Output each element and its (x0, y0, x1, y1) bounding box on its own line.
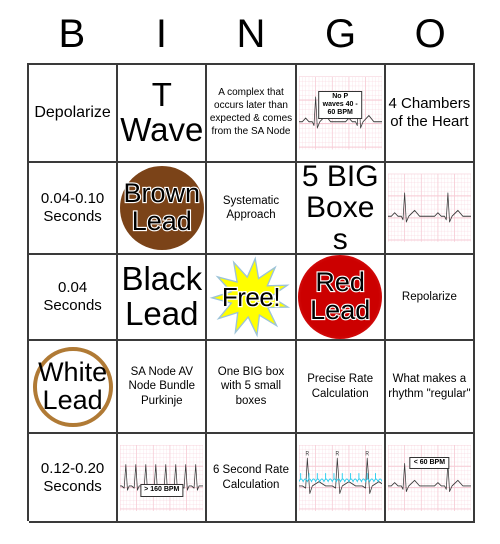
cell-g3[interactable]: Red Lead (296, 255, 386, 341)
cell-n2-label: Systematic Approach (222, 194, 280, 221)
cell-n5-label: 6 Second Rate Calculation (212, 464, 290, 491)
cell-i2[interactable]: Brown Lead (118, 163, 208, 255)
cell-g2[interactable]: 5 BIG Boxes (296, 163, 386, 255)
svg-text:R: R (305, 451, 309, 458)
bingo-grid: Depolarize T Wave A complex that occurs la… (27, 63, 475, 523)
cell-b2[interactable]: 0.04-0.10 Seconds (29, 163, 119, 255)
bingo-header-letter-i: I (155, 12, 167, 56)
cell-o5-ecg-annotation: < 60 BPM (409, 456, 450, 469)
cell-o1[interactable]: 4 Chambers of the Heart (385, 65, 475, 163)
cell-b4-label: White Lead (38, 356, 108, 415)
cell-g5[interactable]: RRR (296, 434, 386, 523)
cell-n3-label: Free! (221, 280, 282, 313)
bingo-header-letter-o: O (414, 12, 446, 56)
bingo-card: B I N G O Depolarize T Wave A complex that occ… (0, 0, 500, 544)
cell-b4[interactable]: White Lead (29, 341, 119, 434)
cell-i2-label: Brown Lead (122, 178, 201, 236)
cell-b1-label: Depolarize (34, 104, 111, 122)
cell-o3[interactable]: Repolarize (385, 255, 475, 341)
cell-n5[interactable]: 6 Second Rate Calculation (207, 434, 297, 523)
cell-b3-label: 0.04 Seconds (43, 279, 102, 314)
cell-g4-label: Precise Rate Calculation (307, 373, 374, 400)
bingo-header-letter-n: N (236, 12, 266, 56)
svg-text:R: R (335, 451, 339, 458)
cell-o2[interactable] (385, 163, 475, 255)
cell-g1-ecg-annotation: No P waves 40 - 60 BPM (318, 90, 362, 120)
bingo-header-letter-b: B (58, 12, 86, 56)
cell-o5[interactable]: < 60 BPM (385, 434, 475, 523)
cell-o4-label: What makes a rhythm "regular" (388, 373, 471, 400)
svg-text:R: R (365, 451, 369, 458)
cell-n4-label: One BIG box with 5 small boxes (217, 366, 285, 407)
cell-g4[interactable]: Precise Rate Calculation (296, 341, 386, 434)
cell-b1[interactable]: Depolarize (29, 65, 119, 163)
cell-i1[interactable]: T Wave (118, 65, 208, 163)
cell-o4[interactable]: What makes a rhythm "regular" (385, 341, 475, 434)
cell-g2-label: 5 BIG Boxes (301, 163, 379, 255)
bingo-header-letter-g: G (325, 12, 357, 56)
cell-o2-ecg-strip-icon (387, 173, 471, 243)
cell-o1-label: 4 Chambers of the Heart (388, 95, 471, 130)
cell-i5-ecg-strip-icon (120, 444, 204, 511)
cell-b5-label: 0.12-0.20 Seconds (40, 459, 105, 495)
cell-n2[interactable]: Systematic Approach (207, 163, 297, 255)
cell-o3-label: Repolarize (401, 290, 457, 303)
bingo-header: BINGO (27, 8, 475, 60)
cell-b2-label: 0.04-0.10 Seconds (40, 190, 105, 225)
cell-n3[interactable]: Free! (207, 255, 297, 341)
cell-i5-ecg-annotation: > 160 BPM (140, 484, 184, 497)
cell-i5[interactable]: > 160 BPM (118, 434, 208, 523)
cell-g5-ecg-strip-icon: RRR (298, 444, 382, 511)
cell-i4[interactable]: SA Node AV Node Bundle Purkinje (118, 341, 208, 434)
cell-n1[interactable]: A complex that occurs later than expecte… (207, 65, 297, 163)
cell-i3-label: Black Lead (121, 260, 203, 332)
cell-g1[interactable]: No P waves 40 - 60 BPM (296, 65, 386, 163)
cell-o5-ecg-strip-icon (387, 444, 471, 511)
cell-i4-label: SA Node AV Node Bundle Purkinje (128, 366, 196, 407)
cell-i1-label: T Wave (120, 76, 204, 148)
cell-b5[interactable]: 0.12-0.20 Seconds (29, 434, 119, 523)
cell-n4[interactable]: One BIG box with 5 small boxes (207, 341, 297, 434)
cell-b3[interactable]: 0.04 Seconds (29, 255, 119, 341)
cell-n1-label: A complex that occurs later than expecte… (209, 87, 293, 137)
cell-g3-label: Red Lead (309, 267, 371, 325)
cell-i3[interactable]: Black Lead (118, 255, 208, 341)
